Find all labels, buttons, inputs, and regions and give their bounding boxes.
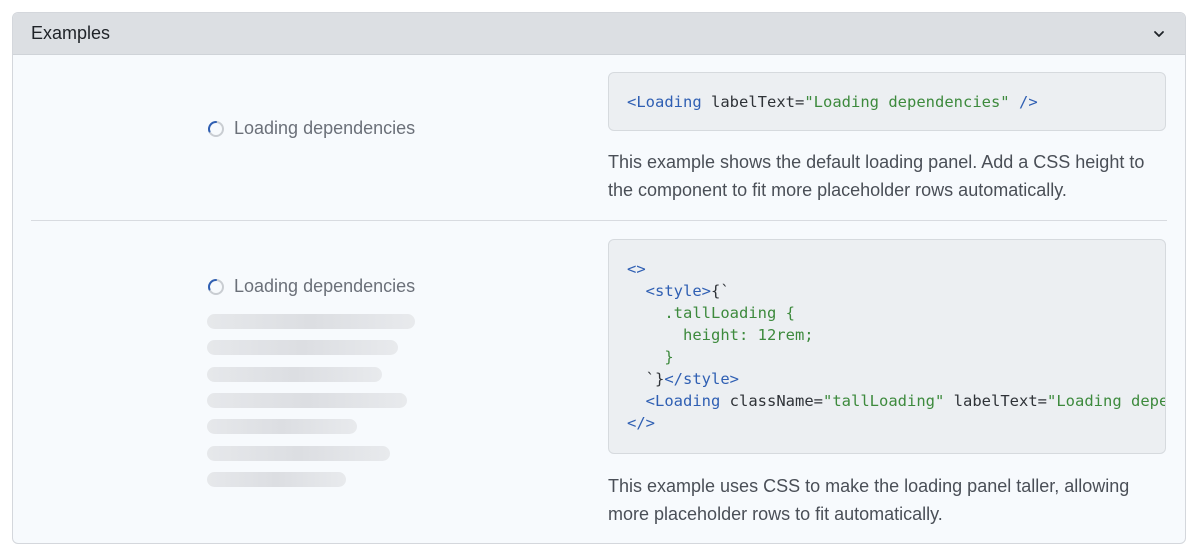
code-token: </> bbox=[627, 414, 655, 432]
skeleton-row bbox=[207, 471, 346, 487]
code-token: {` bbox=[711, 282, 730, 300]
skeleton-row bbox=[207, 340, 398, 356]
code-line: } bbox=[627, 346, 1147, 368]
code-example-default[interactable]: <Loading labelText="Loading dependencies… bbox=[608, 72, 1166, 131]
code-line: </> bbox=[627, 412, 1147, 434]
code-line: .tallLoading { bbox=[627, 302, 1147, 324]
code-token: "Loading depende bbox=[1047, 392, 1165, 410]
spinner-icon bbox=[207, 278, 225, 296]
code-token: className bbox=[729, 392, 814, 410]
loading-label: Loading dependencies bbox=[234, 276, 416, 296]
skeleton-row bbox=[207, 392, 407, 408]
code-token: = bbox=[795, 93, 805, 111]
skeleton-row bbox=[207, 419, 357, 435]
examples-panel: Examples Loading dependencies <Loading l… bbox=[12, 12, 1186, 544]
code-line: <Loading className="tallLoading" labelTe… bbox=[627, 390, 1165, 412]
code-token: labelText bbox=[944, 392, 1038, 410]
code-token: <> bbox=[627, 260, 646, 278]
code-token: <Loading bbox=[645, 392, 730, 410]
panel-title: Examples bbox=[31, 23, 111, 43]
skeleton-row bbox=[207, 445, 390, 461]
code-line: <> bbox=[627, 258, 1147, 280]
loading-label: Loading dependencies bbox=[234, 118, 416, 138]
code-token: height: 12rem; bbox=[627, 326, 814, 344]
code-token: .tallLoading { bbox=[627, 304, 795, 322]
example-description: This example uses CSS to make the loadin… bbox=[608, 476, 1130, 524]
code-token: } bbox=[627, 348, 674, 366]
loading-indicator: Loading dependencies bbox=[207, 118, 415, 139]
skeleton-row bbox=[207, 366, 382, 382]
divider bbox=[31, 220, 1167, 221]
code-line: <style>{` bbox=[627, 280, 1147, 302]
code-line: height: 12rem; bbox=[627, 324, 1147, 346]
loading-indicator: Loading dependencies bbox=[207, 276, 415, 297]
code-token: <style> bbox=[645, 282, 711, 300]
code-token: = bbox=[813, 392, 824, 410]
code-token: "tallLoading" bbox=[823, 392, 945, 410]
skeleton-row bbox=[207, 314, 415, 329]
code-token: labelText bbox=[711, 93, 795, 111]
code-token: "Loading dependencies" bbox=[804, 93, 1010, 111]
example-description: This example shows the default loading p… bbox=[608, 152, 1145, 200]
code-token: </style> bbox=[664, 370, 739, 388]
code-line: <Loading labelText="Loading dependencies… bbox=[627, 91, 1147, 113]
code-token: `} bbox=[627, 370, 665, 388]
code-line: `}</style> bbox=[627, 368, 1147, 390]
examples-panel-header[interactable]: Examples bbox=[13, 13, 1185, 55]
code-token: /> bbox=[1009, 93, 1038, 111]
code-token: = bbox=[1037, 392, 1048, 410]
spinner-icon bbox=[207, 120, 225, 138]
chevron-down-icon[interactable] bbox=[1151, 26, 1167, 42]
code-token: <Loading bbox=[627, 93, 711, 111]
code-example-tall[interactable]: <> <style>{` .tallLoading { height: 12re… bbox=[608, 239, 1166, 454]
